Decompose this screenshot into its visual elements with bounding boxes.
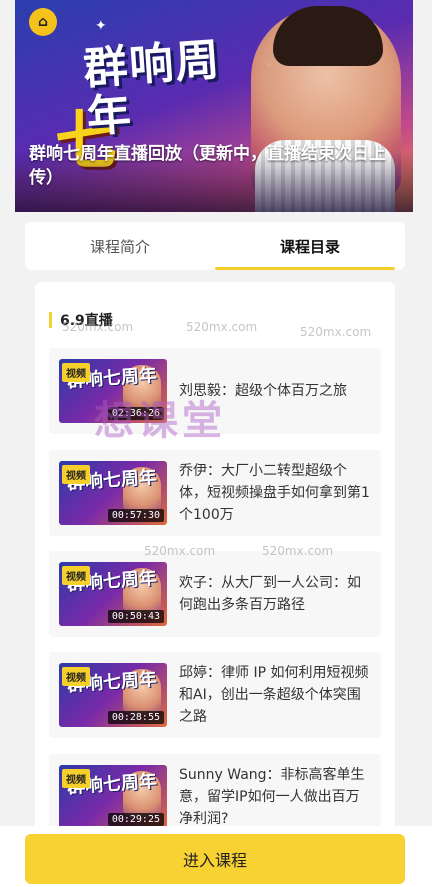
lesson-title: 刘思毅：超级个体百万之旅 <box>179 383 347 399</box>
video-tag: 视频 <box>62 667 90 686</box>
lesson-item[interactable]: 群响七周年 视频 02:36:26 刘思毅：超级个体百万之旅 <box>49 348 381 434</box>
brand-logo-icon: ⌂ <box>29 8 57 36</box>
lesson-title: 乔伊：大厂小二转型超级个体，短视频操盘手如何拿到第1个100万 <box>179 463 370 523</box>
course-banner: ⌂ ✦ ✦ 七 群响周年 群响七周年直播回放（更新中，直播结束次日上传） <box>15 0 413 212</box>
video-duration: 00:50:43 <box>107 610 164 623</box>
section-accent-bar <box>49 312 52 328</box>
course-title: 群响七周年直播回放（更新中，直播结束次日上传） <box>29 144 386 188</box>
catalog-panel: 6.9直播 群响七周年 视频 02:36:26 刘思毅：超级个体百万之旅 群响七… <box>35 282 395 842</box>
video-duration: 00:28:55 <box>107 711 164 724</box>
lesson-thumbnail: 群响七周年 视频 00:29:25 <box>59 765 167 829</box>
tab-course-intro[interactable]: 课程简介 <box>25 222 215 270</box>
lesson-thumbnail: 群响七周年 视频 02:36:26 <box>59 359 167 423</box>
lesson-item[interactable]: 群响七周年 视频 00:57:30 乔伊：大厂小二转型超级个体，短视频操盘手如何… <box>49 450 381 536</box>
lesson-title: 邱婷：律师 IP 如何利用短视频和AI，创出一条超级个体突围之路 <box>179 665 369 725</box>
section-header: 6.9直播 <box>49 310 113 330</box>
video-tag: 视频 <box>62 363 90 382</box>
lesson-title: 欢子：从大厂到一人公司：如何跑出多条百万路径 <box>179 575 361 613</box>
section-title: 6.9直播 <box>60 313 113 329</box>
banner-person-hair <box>273 6 383 66</box>
lesson-thumbnail: 群响七周年 视频 00:50:43 <box>59 562 167 626</box>
video-duration: 00:29:25 <box>107 813 164 826</box>
video-tag: 视频 <box>62 769 90 788</box>
banner-artwork-title: 群响周年 <box>81 34 223 143</box>
lesson-title: Sunny Wang：非标高客单生意，留学IP如何一人做出百万净利润? <box>179 767 365 827</box>
lesson-thumbnail: 群响七周年 视频 00:28:55 <box>59 663 167 727</box>
tab-course-catalog[interactable]: 课程目录 <box>215 222 405 270</box>
video-duration: 02:36:26 <box>107 407 164 420</box>
lesson-thumbnail: 群响七周年 视频 00:57:30 <box>59 461 167 525</box>
star-icon: ✦ <box>95 18 107 34</box>
enter-course-button[interactable]: 进入课程 <box>25 834 405 884</box>
video-tag: 视频 <box>62 465 90 484</box>
video-tag: 视频 <box>62 566 90 585</box>
lesson-item[interactable]: 群响七周年 视频 00:50:43 欢子：从大厂到一人公司：如何跑出多条百万路径 <box>49 551 381 637</box>
video-duration: 00:57:30 <box>107 509 164 522</box>
lesson-item[interactable]: 群响七周年 视频 00:28:55 邱婷：律师 IP 如何利用短视频和AI，创出… <box>49 652 381 738</box>
course-tabs: 课程简介 课程目录 <box>25 222 405 270</box>
page: ⌂ ✦ ✦ 七 群响周年 群响七周年直播回放（更新中，直播结束次日上传） 课程简… <box>0 0 432 887</box>
